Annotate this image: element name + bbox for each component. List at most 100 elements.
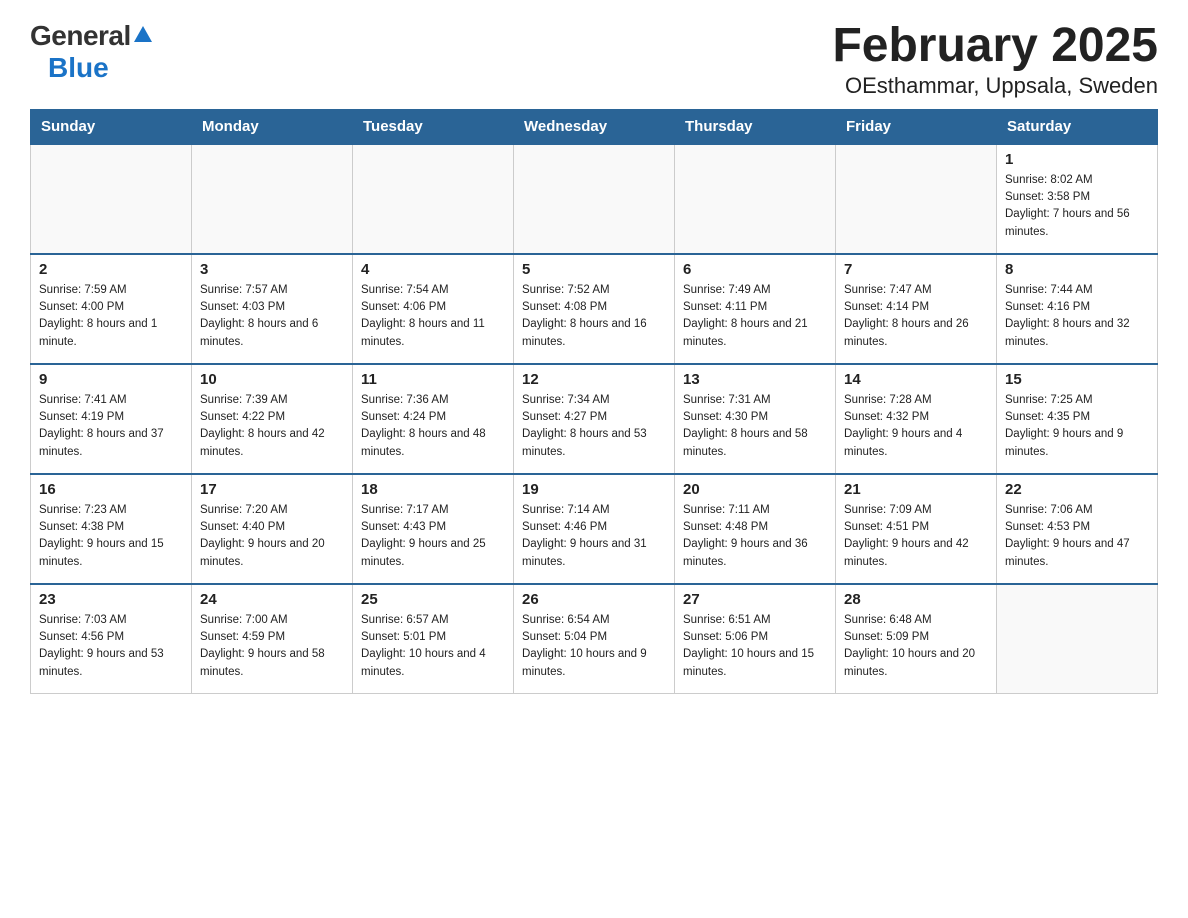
- day-info: Sunrise: 7:44 AMSunset: 4:16 PMDaylight:…: [1005, 282, 1149, 351]
- table-row: 19 Sunrise: 7:14 AMSunset: 4:46 PMDayligh…: [514, 474, 675, 584]
- day-info: Sunrise: 8:02 AMSunset: 3:58 PMDaylight:…: [1005, 172, 1149, 241]
- day-info: Sunrise: 7:41 AMSunset: 4:19 PMDaylight:…: [39, 392, 183, 461]
- day-info: Sunrise: 6:57 AMSunset: 5:01 PMDaylight:…: [361, 612, 505, 681]
- day-number: 28: [844, 591, 988, 608]
- header-sunday: Sunday: [31, 109, 192, 144]
- day-info: Sunrise: 7:54 AMSunset: 4:06 PMDaylight:…: [361, 282, 505, 351]
- header-monday: Monday: [192, 109, 353, 144]
- day-info: Sunrise: 7:49 AMSunset: 4:11 PMDaylight:…: [683, 282, 827, 351]
- day-number: 10: [200, 371, 344, 388]
- table-row: 14 Sunrise: 7:28 AMSunset: 4:32 PMDayligh…: [836, 364, 997, 474]
- calendar-week-row: 2Sunrise: 7:59 AMSunset: 4:00 PMDaylight…: [31, 254, 1158, 364]
- calendar-week-row: 1 Sunrise: 8:02 AMSunset: 3:58 PMDaylight…: [31, 144, 1158, 254]
- table-row: 12 Sunrise: 7:34 AMSunset: 4:27 PMDayligh…: [514, 364, 675, 474]
- table-row: 6 Sunrise: 7:49 AMSunset: 4:11 PMDaylight…: [675, 254, 836, 364]
- header-thursday: Thursday: [675, 109, 836, 144]
- day-number: 12: [522, 371, 666, 388]
- logo: General Blue: [30, 20, 152, 84]
- calendar-week-row: 23 Sunrise: 7:03 AMSunset: 4:56 PMDayligh…: [31, 584, 1158, 694]
- table-row: 20Sunrise: 7:11 AMSunset: 4:48 PMDayligh…: [675, 474, 836, 584]
- day-number: 18: [361, 481, 505, 498]
- day-info: Sunrise: 7:52 AMSunset: 4:08 PMDaylight:…: [522, 282, 666, 351]
- logo-blue-text: Blue: [48, 52, 109, 83]
- day-number: 15: [1005, 371, 1149, 388]
- day-info: Sunrise: 7:47 AMSunset: 4:14 PMDaylight:…: [844, 282, 988, 351]
- day-info: Sunrise: 6:51 AMSunset: 5:06 PMDaylight:…: [683, 612, 827, 681]
- table-row: 26 Sunrise: 6:54 AMSunset: 5:04 PMDayligh…: [514, 584, 675, 694]
- day-number: 21: [844, 481, 988, 498]
- day-number: 17: [200, 481, 344, 498]
- day-number: 14: [844, 371, 988, 388]
- calendar-week-row: 9 Sunrise: 7:41 AMSunset: 4:19 PMDaylight…: [31, 364, 1158, 474]
- day-info: Sunrise: 7:06 AMSunset: 4:53 PMDaylight:…: [1005, 502, 1149, 571]
- day-info: Sunrise: 7:14 AMSunset: 4:46 PMDaylight:…: [522, 502, 666, 571]
- table-row: [997, 584, 1158, 694]
- table-row: [353, 144, 514, 254]
- table-row: 10 Sunrise: 7:39 AMSunset: 4:22 PMDayligh…: [192, 364, 353, 474]
- day-info: Sunrise: 7:28 AMSunset: 4:32 PMDaylight:…: [844, 392, 988, 461]
- day-info: Sunrise: 7:34 AMSunset: 4:27 PMDaylight:…: [522, 392, 666, 461]
- table-row: [514, 144, 675, 254]
- day-number: 7: [844, 261, 988, 278]
- header-wednesday: Wednesday: [514, 109, 675, 144]
- calendar-table: Sunday Monday Tuesday Wednesday Thursday…: [30, 109, 1158, 695]
- day-number: 8: [1005, 261, 1149, 278]
- table-row: 2Sunrise: 7:59 AMSunset: 4:00 PMDaylight…: [31, 254, 192, 364]
- table-row: [675, 144, 836, 254]
- table-row: [31, 144, 192, 254]
- day-info: Sunrise: 7:39 AMSunset: 4:22 PMDaylight:…: [200, 392, 344, 461]
- table-row: 18 Sunrise: 7:17 AMSunset: 4:43 PMDayligh…: [353, 474, 514, 584]
- day-number: 13: [683, 371, 827, 388]
- title-block: February 2025 OEsthammar, Uppsala, Swede…: [832, 20, 1158, 99]
- header-friday: Friday: [836, 109, 997, 144]
- logo-triangle-icon: [134, 26, 152, 42]
- day-info: Sunrise: 7:20 AMSunset: 4:40 PMDaylight:…: [200, 502, 344, 571]
- day-info: Sunrise: 7:23 AMSunset: 4:38 PMDaylight:…: [39, 502, 183, 571]
- day-number: 6: [683, 261, 827, 278]
- day-number: 25: [361, 591, 505, 608]
- table-row: 16 Sunrise: 7:23 AMSunset: 4:38 PMDayligh…: [31, 474, 192, 584]
- day-info: Sunrise: 6:54 AMSunset: 5:04 PMDaylight:…: [522, 612, 666, 681]
- day-number: 20: [683, 481, 827, 498]
- day-number: 16: [39, 481, 183, 498]
- table-row: [192, 144, 353, 254]
- day-number: 26: [522, 591, 666, 608]
- day-number: 19: [522, 481, 666, 498]
- day-number: 4: [361, 261, 505, 278]
- day-number: 27: [683, 591, 827, 608]
- table-row: 11Sunrise: 7:36 AMSunset: 4:24 PMDayligh…: [353, 364, 514, 474]
- table-row: 17 Sunrise: 7:20 AMSunset: 4:40 PMDayligh…: [192, 474, 353, 584]
- day-info: Sunrise: 7:31 AMSunset: 4:30 PMDaylight:…: [683, 392, 827, 461]
- day-info: Sunrise: 7:09 AMSunset: 4:51 PMDaylight:…: [844, 502, 988, 571]
- calendar-title: February 2025: [832, 20, 1158, 73]
- day-number: 1: [1005, 151, 1149, 168]
- table-row: 9 Sunrise: 7:41 AMSunset: 4:19 PMDaylight…: [31, 364, 192, 474]
- day-info: Sunrise: 7:03 AMSunset: 4:56 PMDaylight:…: [39, 612, 183, 681]
- table-row: 28 Sunrise: 6:48 AMSunset: 5:09 PMDayligh…: [836, 584, 997, 694]
- table-row: 8 Sunrise: 7:44 AMSunset: 4:16 PMDaylight…: [997, 254, 1158, 364]
- table-row: 15 Sunrise: 7:25 AMSunset: 4:35 PMDayligh…: [997, 364, 1158, 474]
- day-info: Sunrise: 7:00 AMSunset: 4:59 PMDaylight:…: [200, 612, 344, 681]
- day-info: Sunrise: 6:48 AMSunset: 5:09 PMDaylight:…: [844, 612, 988, 681]
- table-row: 27 Sunrise: 6:51 AMSunset: 5:06 PMDayligh…: [675, 584, 836, 694]
- calendar-subtitle: OEsthammar, Uppsala, Sweden: [832, 73, 1158, 99]
- day-number: 3: [200, 261, 344, 278]
- day-info: Sunrise: 7:25 AMSunset: 4:35 PMDaylight:…: [1005, 392, 1149, 461]
- table-row: 23 Sunrise: 7:03 AMSunset: 4:56 PMDayligh…: [31, 584, 192, 694]
- calendar-week-row: 16 Sunrise: 7:23 AMSunset: 4:38 PMDayligh…: [31, 474, 1158, 584]
- day-number: 23: [39, 591, 183, 608]
- header-tuesday: Tuesday: [353, 109, 514, 144]
- table-row: 5 Sunrise: 7:52 AMSunset: 4:08 PMDaylight…: [514, 254, 675, 364]
- logo-general-text: General: [30, 20, 131, 52]
- day-number: 5: [522, 261, 666, 278]
- table-row: 22Sunrise: 7:06 AMSunset: 4:53 PMDayligh…: [997, 474, 1158, 584]
- day-info: Sunrise: 7:59 AMSunset: 4:00 PMDaylight:…: [39, 282, 183, 351]
- day-info: Sunrise: 7:17 AMSunset: 4:43 PMDaylight:…: [361, 502, 505, 571]
- table-row: 4 Sunrise: 7:54 AMSunset: 4:06 PMDaylight…: [353, 254, 514, 364]
- day-number: 9: [39, 371, 183, 388]
- day-number: 24: [200, 591, 344, 608]
- table-row: 21 Sunrise: 7:09 AMSunset: 4:51 PMDayligh…: [836, 474, 997, 584]
- table-row: 3Sunrise: 7:57 AMSunset: 4:03 PMDaylight…: [192, 254, 353, 364]
- table-row: 7 Sunrise: 7:47 AMSunset: 4:14 PMDaylight…: [836, 254, 997, 364]
- weekday-header-row: Sunday Monday Tuesday Wednesday Thursday…: [31, 109, 1158, 144]
